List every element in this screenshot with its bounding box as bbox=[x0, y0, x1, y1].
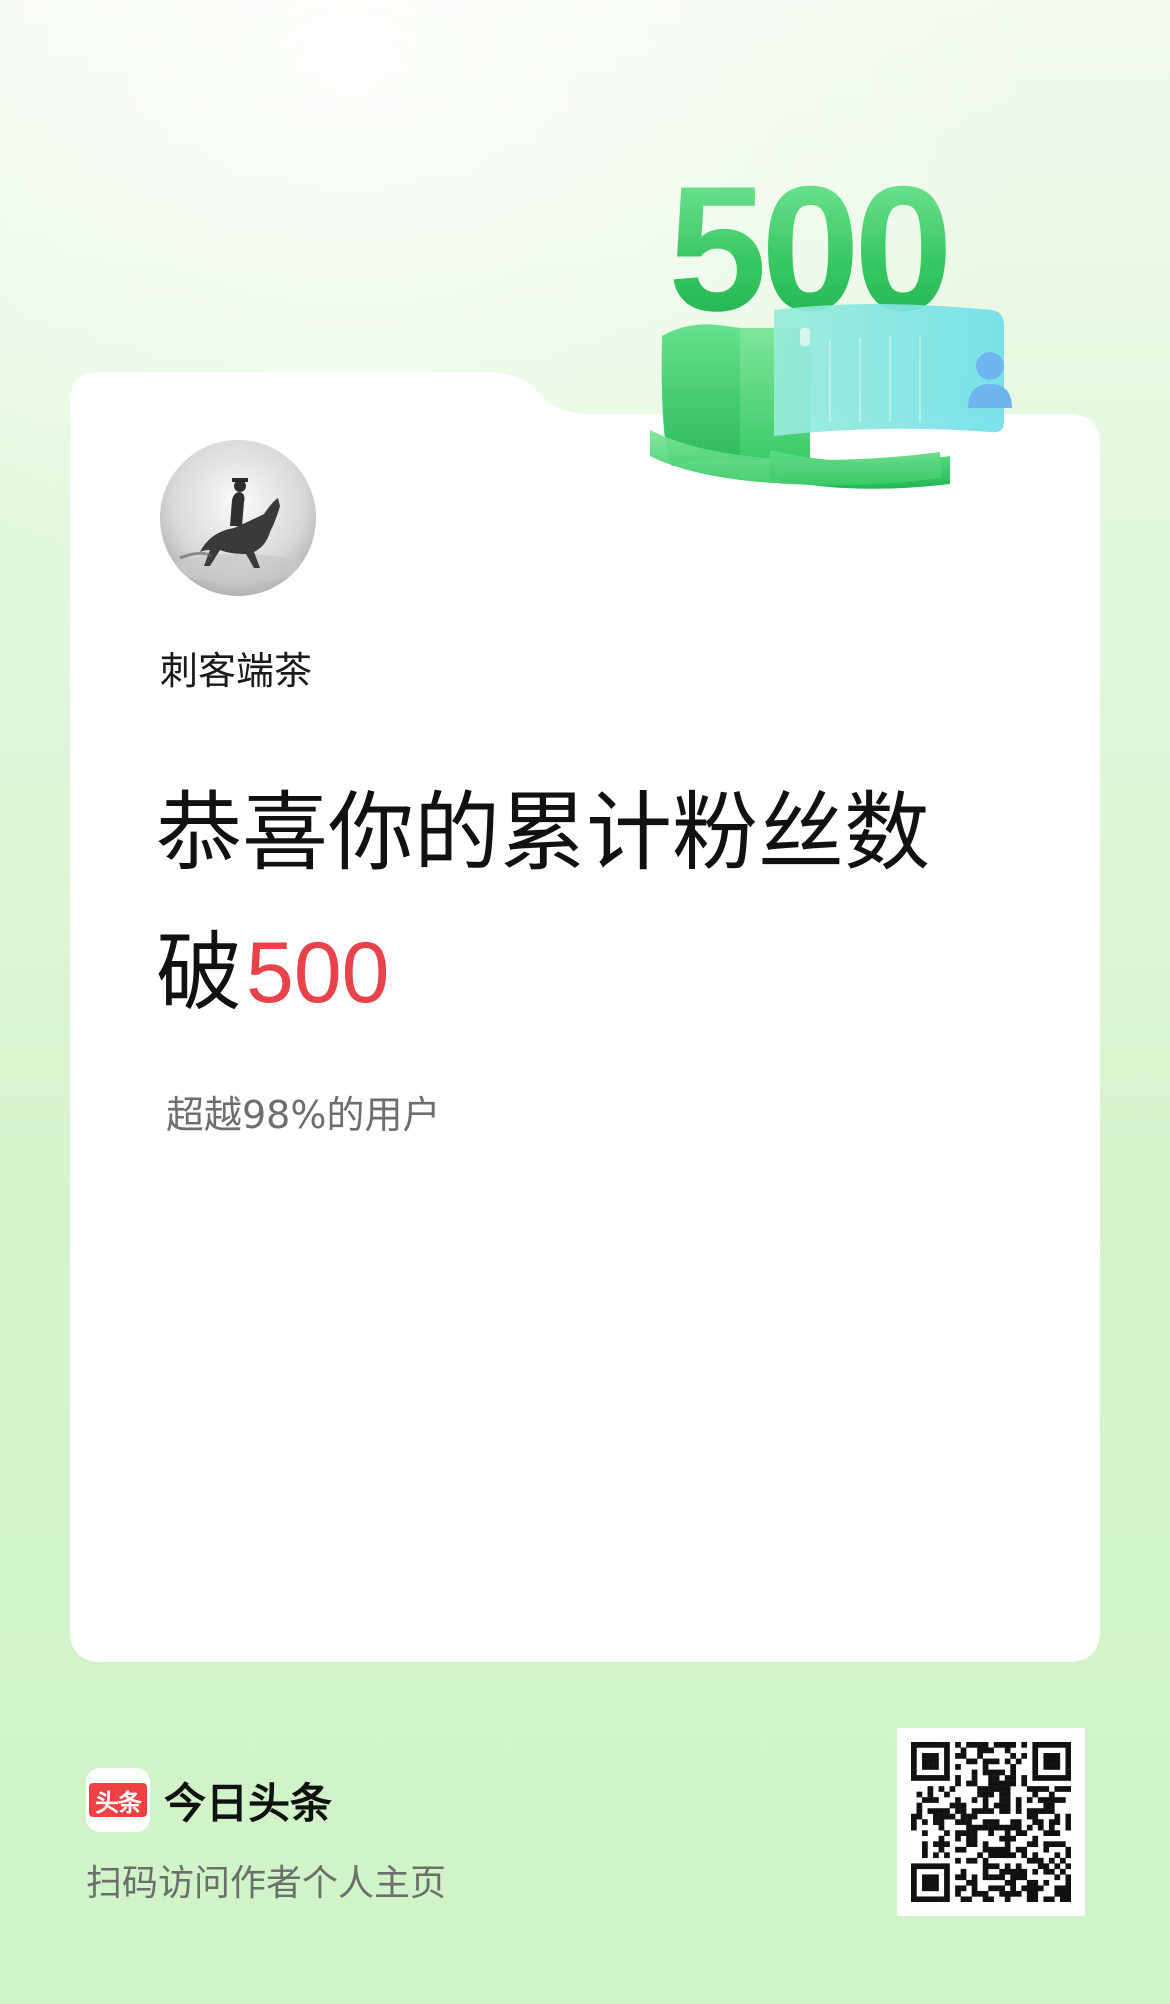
milestone-badge: 500 bbox=[650, 160, 1020, 500]
qr-code-icon bbox=[911, 1742, 1071, 1902]
follower-count: 500 bbox=[246, 925, 390, 1021]
percentile-text: 超越98%的用户 bbox=[166, 1093, 441, 1137]
brand-block: 头条 今日头条 bbox=[86, 1768, 332, 1832]
scan-hint: 扫码访问作者个人主页 bbox=[86, 1863, 447, 1904]
person-icon bbox=[976, 352, 1004, 380]
avatar[interactable] bbox=[160, 440, 316, 596]
ribbon-graphic bbox=[650, 304, 1012, 489]
horse-rider-photo-icon bbox=[160, 440, 316, 596]
qr-code[interactable] bbox=[897, 1728, 1085, 1916]
headline-prefix: 破 bbox=[156, 923, 242, 1023]
logo-text: 头条 bbox=[89, 1783, 147, 1817]
headline-line2: 破500 bbox=[156, 930, 390, 1016]
toutiao-logo-icon: 头条 bbox=[86, 1768, 150, 1832]
headline-line1: 恭喜你的累计粉丝数 bbox=[156, 783, 930, 883]
username: 刺客端茶 bbox=[160, 649, 313, 693]
share-poster: 500 刺客端茶 恭喜你的累计粉丝数 破500 超越98%的用户 头条 今日头条… bbox=[0, 0, 1170, 2004]
brand-name: 今日头条 bbox=[164, 1778, 333, 1828]
